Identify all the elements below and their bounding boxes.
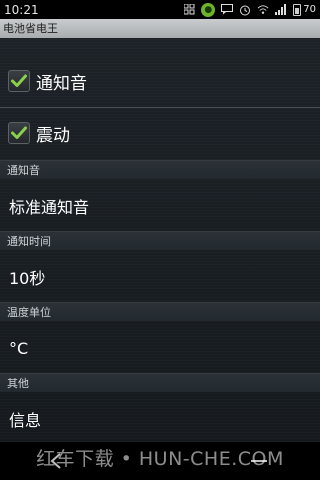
grid-icon bbox=[183, 4, 195, 16]
checkmark-icon bbox=[11, 74, 27, 87]
temperature-unit-setting[interactable]: °C bbox=[0, 323, 320, 373]
app-title: 电池省电王 bbox=[3, 22, 58, 35]
section-header-notify-sound: 通知音 bbox=[0, 160, 320, 179]
status-bar: 10:21 ● 70 bbox=[0, 0, 320, 19]
battery-icon: 70 bbox=[293, 3, 316, 16]
notify-sound-label: 通知音 bbox=[36, 73, 87, 94]
notify-sound-checkbox[interactable] bbox=[8, 70, 30, 92]
info-value: 信息 bbox=[9, 411, 42, 430]
watermark: 红车下载 • HUN-CHE.COM bbox=[36, 448, 284, 470]
vibrate-checkbox[interactable] bbox=[8, 122, 30, 144]
app-title-bar: 电池省电王 bbox=[0, 19, 320, 38]
notify-sound-setting[interactable]: 标准通知音 bbox=[0, 181, 320, 231]
notify-sound-value: 标准通知音 bbox=[9, 198, 90, 217]
notify-time-value: 10秒 bbox=[9, 269, 46, 288]
info-setting[interactable]: 信息 bbox=[0, 394, 320, 442]
section-header-notify-time: 通知时间 bbox=[0, 231, 320, 250]
battery-level: 70 bbox=[303, 4, 316, 15]
signal-icon bbox=[275, 4, 287, 16]
notify-time-setting[interactable]: 10秒 bbox=[0, 252, 320, 302]
alarm-icon bbox=[239, 4, 251, 16]
wifi-icon bbox=[257, 4, 269, 16]
checkmark-icon bbox=[11, 126, 27, 139]
section-header-temperature-unit: 温度单位 bbox=[0, 302, 320, 321]
settings-list: 通知音 震动 通知音 标准通知音 通知时间 10秒 温度单位 °C 其他 信息 bbox=[0, 38, 320, 442]
notify-sound-checkbox-row[interactable]: 通知音 bbox=[0, 56, 320, 106]
status-time: 10:21 bbox=[4, 2, 39, 17]
message-icon bbox=[221, 4, 234, 16]
section-header-other: 其他 bbox=[0, 373, 320, 392]
app-icon: ● bbox=[201, 2, 216, 17]
vibrate-label: 震动 bbox=[36, 125, 70, 146]
temperature-unit-value: °C bbox=[9, 338, 29, 358]
status-icons: ● 70 bbox=[183, 2, 320, 17]
vibrate-checkbox-row[interactable]: 震动 bbox=[0, 108, 320, 158]
